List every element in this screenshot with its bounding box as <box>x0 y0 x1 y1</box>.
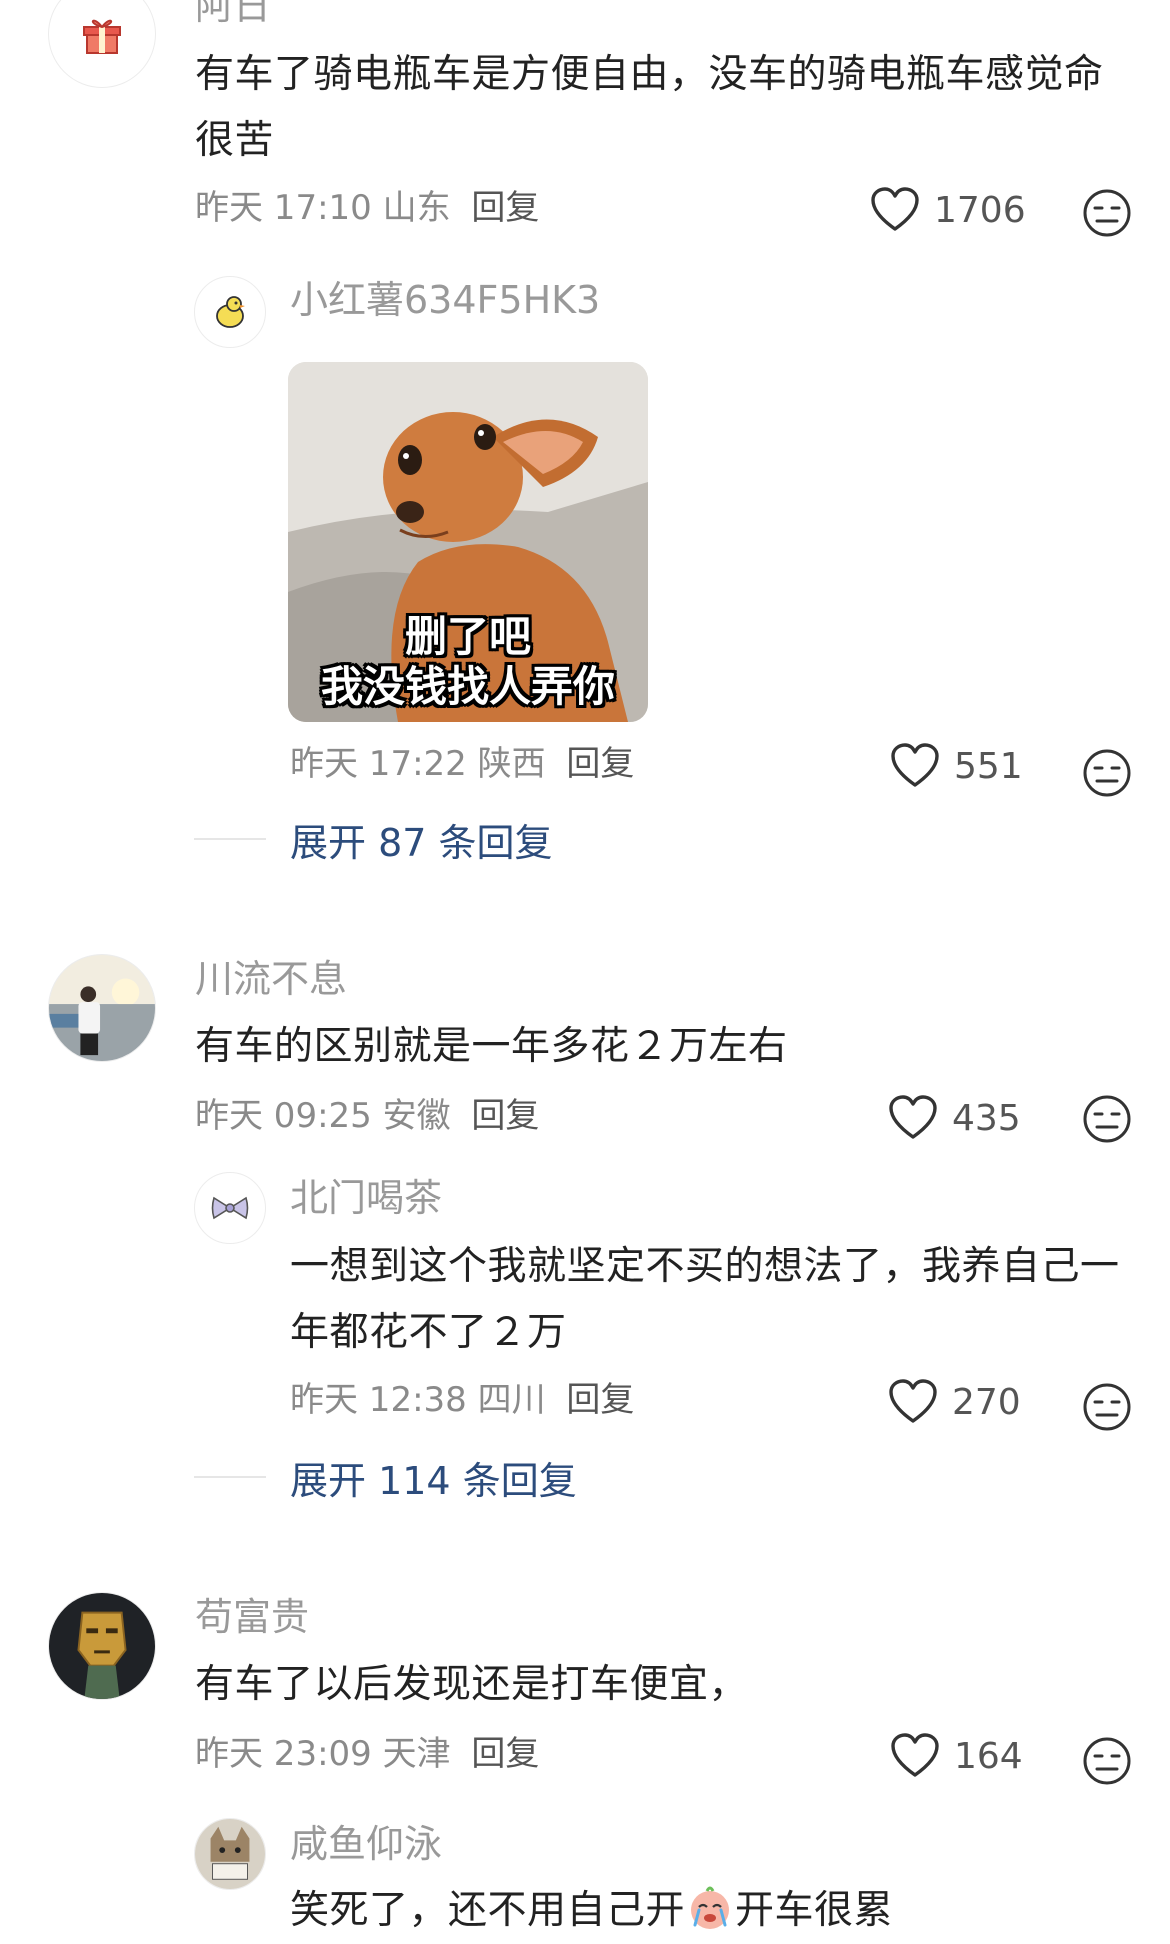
dislike-emoji-icon[interactable] <box>1082 1094 1132 1144</box>
like-count: 551 <box>954 745 1023 787</box>
expand-replies-label[interactable]: 展开 87 条回复 <box>290 812 553 867</box>
crying-emoji-icon <box>691 1886 730 1929</box>
like-button[interactable]: 164 <box>890 1728 1023 1784</box>
comment-author[interactable]: 阿日 <box>195 0 271 30</box>
bow-icon <box>211 1196 249 1220</box>
comment-author[interactable]: 苟富贵 <box>195 1593 309 1641</box>
reply-button[interactable]: 回复 <box>471 1096 539 1136</box>
photo-avatar <box>49 955 155 1061</box>
reply-author[interactable]: 小红薯634F5HK3 <box>290 276 600 324</box>
reply-avatar[interactable] <box>194 1172 266 1244</box>
like-count: 164 <box>954 1735 1023 1777</box>
comment-meta: 昨天 17:10 山东 回复 <box>195 186 539 230</box>
heart-icon <box>871 187 919 231</box>
reply-location: 四川 <box>477 1380 546 1420</box>
like-count: 1706 <box>934 189 1026 231</box>
reply-text: 一想到这个我就坚定不买的想法了，我养自己一年都花不了２万 <box>290 1244 1120 1355</box>
sticker-caption-line-1: 删了吧 <box>404 612 531 661</box>
expand-replies-link[interactable]: 展开 114 条回复 <box>194 1450 577 1505</box>
gift-icon <box>83 19 121 54</box>
comment-text: 有车的区别就是一年多花２万左右 <box>195 1024 788 1069</box>
user-avatar[interactable] <box>48 0 156 88</box>
truncation-fade <box>900 1890 1170 1939</box>
heart-icon <box>889 1379 937 1423</box>
comment-author[interactable]: 川流不息 <box>195 955 347 1003</box>
reply-time: 昨天 17:22 <box>290 744 467 784</box>
reply-avatar[interactable] <box>194 1818 266 1890</box>
reply-button[interactable]: 回复 <box>566 744 634 784</box>
like-button[interactable]: 1706 <box>870 182 1026 238</box>
comment-time: 昨天 17:10 <box>195 188 372 228</box>
like-button[interactable]: 270 <box>888 1374 1021 1430</box>
reply-button[interactable]: 回复 <box>471 1734 539 1774</box>
expand-replies-label[interactable]: 展开 114 条回复 <box>290 1450 577 1505</box>
reply-button[interactable]: 回复 <box>566 1380 634 1420</box>
like-button[interactable]: 435 <box>888 1090 1021 1146</box>
comment-meta: 昨天 23:09 天津 回复 <box>195 1732 539 1776</box>
reply-avatar[interactable] <box>194 276 266 348</box>
sticker-image[interactable]: 删了吧 我没钱找人弄你 <box>288 362 648 722</box>
reply-text-part-2: 开车很累 <box>735 1888 894 1933</box>
bronze-mask-avatar <box>49 1593 155 1699</box>
heart-icon <box>889 1095 937 1139</box>
reply-button[interactable]: 回复 <box>471 188 539 228</box>
comment-location: 安徽 <box>382 1096 451 1136</box>
reply-time: 昨天 12:38 <box>290 1380 467 1420</box>
heart-icon <box>891 743 939 787</box>
comment-time: 昨天 09:25 <box>195 1096 372 1136</box>
divider <box>194 838 266 840</box>
dislike-emoji-icon[interactable] <box>1082 1736 1132 1786</box>
user-avatar[interactable] <box>48 1592 156 1700</box>
divider <box>194 1476 266 1478</box>
chick-icon <box>216 296 245 328</box>
reply-author[interactable]: 咸鱼仰泳 <box>290 1820 442 1868</box>
user-avatar[interactable] <box>48 954 156 1062</box>
reply-author[interactable]: 北门喝茶 <box>290 1174 442 1222</box>
like-count: 270 <box>952 1381 1021 1423</box>
reply-location: 陕西 <box>477 744 546 784</box>
sticker-caption-line-2: 我没钱找人弄你 <box>320 662 615 711</box>
like-count: 435 <box>952 1097 1021 1139</box>
comment-text: 有车了骑电瓶车是方便自由，没车的骑电瓶车感觉命很苦 <box>195 52 1104 163</box>
expand-replies-link[interactable]: 展开 87 条回复 <box>194 812 553 867</box>
dislike-emoji-icon[interactable] <box>1082 1382 1132 1432</box>
comment-meta: 昨天 09:25 安徽 回复 <box>195 1094 539 1138</box>
comment-location: 山东 <box>382 188 451 228</box>
dislike-emoji-icon[interactable] <box>1082 188 1132 238</box>
like-button[interactable]: 551 <box>890 738 1023 794</box>
heart-icon <box>891 1733 939 1777</box>
dislike-emoji-icon[interactable] <box>1082 748 1132 798</box>
comment-text: 有车了以后发现还是打车便宜， <box>195 1662 749 1707</box>
comment-location: 天津 <box>382 1734 451 1774</box>
comment-time: 昨天 23:09 <box>195 1734 372 1774</box>
reply-meta: 昨天 12:38 四川 回复 <box>290 1378 634 1422</box>
reply-meta: 昨天 17:22 陕西 回复 <box>290 742 634 786</box>
reply-text-part-1: 笑死了，还不用自己开 <box>290 1888 686 1933</box>
cat-avatar <box>195 1819 265 1889</box>
